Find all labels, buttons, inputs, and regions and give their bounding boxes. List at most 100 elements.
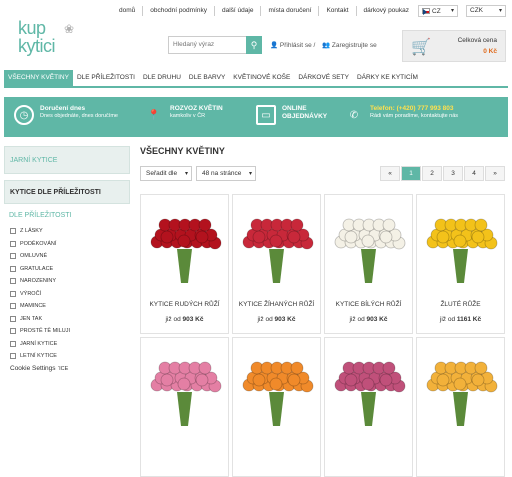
category-link[interactable]: DLE DRUHU	[139, 70, 185, 86]
nav-link[interactable]: místa doručení	[261, 6, 320, 16]
sidebar-header[interactable]: KYTICE DLE PŘÍLEŽITOSTI	[4, 180, 130, 204]
per-page-select[interactable]: 48 na stránce ▾	[196, 166, 256, 181]
category-link[interactable]: DLE PŘÍLEŽITOSTI	[73, 70, 139, 86]
page-link[interactable]: 1	[401, 166, 421, 181]
search-input[interactable]	[173, 41, 243, 48]
banner-sub: Dnes objednáte, dnes doručíme	[40, 113, 118, 119]
register-link[interactable]: 👥 Zaregistrujte se	[322, 41, 377, 49]
logo-line2: kytici	[18, 36, 56, 56]
category-link[interactable]: VŠECHNY KVĚTINY	[4, 70, 73, 86]
price-prefix: již od	[257, 316, 273, 323]
banner-title: ONLINE	[282, 105, 307, 112]
page-prev[interactable]: «	[380, 166, 400, 181]
filter-label: OMLUVNÉ	[20, 253, 48, 260]
sidebar-header[interactable]: JARNÍ KYTICE	[4, 146, 130, 174]
login-link[interactable]: 👤 Přihlásit se /	[270, 41, 315, 49]
checkbox[interactable]	[10, 303, 16, 310]
banner-title: Doručení dnes	[40, 105, 86, 112]
nav-link[interactable]: domů	[112, 6, 144, 16]
chevron-down-icon: ▾	[184, 171, 188, 177]
product-image[interactable]	[331, 201, 406, 289]
product-card[interactable]: KYTICE ŽÍHANÝCH RŮŽÍ již od 903 Kč	[232, 194, 321, 334]
category-link[interactable]: DÁRKY KE KYTICÍM	[353, 70, 422, 86]
product-card[interactable]	[324, 337, 413, 477]
checkbox[interactable]	[10, 353, 16, 360]
product-grid: KYTICE RUDÝCH RŮŽÍ již od 903 Kč KYTICE ŽÍ…	[140, 194, 505, 477]
product-card[interactable]	[232, 337, 321, 477]
filter-checkbox[interactable]: MAMINCE	[4, 300, 130, 313]
filter-checkbox[interactable]: Z LÁSKY	[4, 225, 130, 238]
filter-checkbox[interactable]: GRATULACE	[4, 263, 130, 276]
checkbox[interactable]	[10, 340, 16, 347]
bouquet-illustration	[150, 361, 222, 426]
checkbox[interactable]	[10, 278, 16, 285]
product-image[interactable]	[147, 201, 222, 289]
filter-checkbox[interactable]: PODĚKOVÁNÍ	[4, 238, 130, 251]
checkbox[interactable]	[10, 253, 16, 260]
product-image[interactable]	[423, 201, 498, 289]
product-price: již od 903 Kč	[325, 316, 412, 323]
filter-checkbox[interactable]: OMLUVNÉ	[4, 250, 130, 263]
filter-checkbox[interactable]: JARNÍ KYTICE	[4, 338, 130, 351]
product-card[interactable]: KYTICE RUDÝCH RŮŽÍ již od 903 Kč	[140, 194, 229, 334]
nav-link[interactable]: dárkový poukaz	[357, 6, 417, 16]
filter-label: JEN TAK	[20, 315, 43, 322]
czech-flag-icon	[422, 8, 430, 15]
filter-checkbox[interactable]: LETNÍ KYTICE	[4, 350, 130, 363]
product-image[interactable]	[147, 344, 222, 432]
page-link[interactable]: 3	[443, 166, 463, 181]
bouquet-illustration	[242, 361, 314, 426]
category-link[interactable]: DÁRKOVÉ SETY	[294, 70, 353, 86]
product-image[interactable]	[239, 201, 314, 289]
price-prefix: již od	[349, 316, 365, 323]
product-image[interactable]	[239, 344, 314, 432]
users-icon: 👥	[322, 42, 331, 49]
chevron-down-icon: ▾	[248, 171, 252, 177]
info-banner: ◷ Doručení dnes Dnes objednáte, dnes doruč…	[4, 97, 508, 137]
product-image[interactable]	[423, 344, 498, 432]
banner-sub: kamkoliv v ČR	[170, 113, 206, 119]
product-image[interactable]	[331, 344, 406, 432]
chevron-down-icon: ▾	[450, 8, 454, 14]
register-label: Zaregistrujte se	[331, 42, 377, 49]
checkbox[interactable]	[10, 240, 16, 247]
cart[interactable]: 🛒 Celková cena 0 Kč	[402, 30, 506, 62]
sort-value: Seřadit dle	[146, 170, 178, 177]
filter-checkbox[interactable]: JEN TAK	[4, 313, 130, 326]
cookie-settings-link[interactable]: Cookie Settings	[8, 364, 58, 373]
product-card[interactable]	[140, 337, 229, 477]
checkbox[interactable]	[10, 265, 16, 272]
category-link[interactable]: KVĚTINOVÉ KOŠE	[229, 70, 294, 86]
product-name[interactable]: KYTICE BÍLÝCH RŮŽÍ	[325, 301, 412, 308]
product-name[interactable]: ŽLUTÉ RŮŽE	[417, 301, 504, 308]
product-name[interactable]: KYTICE ŽÍHANÝCH RŮŽÍ	[233, 301, 320, 308]
filter-label: Z LÁSKY	[20, 228, 43, 235]
category-link[interactable]: DLE BARVY	[185, 70, 229, 86]
product-card[interactable]: ŽLUTÉ RŮŽE již od 1161 Kč	[416, 194, 505, 334]
page-next[interactable]: »	[485, 166, 505, 181]
nav-link[interactable]: obchodní podmínky	[143, 6, 215, 16]
product-card[interactable]: KYTICE BÍLÝCH RŮŽÍ již od 903 Kč	[324, 194, 413, 334]
language-select[interactable]: CZ ▾	[418, 5, 458, 17]
filter-label: PODĚKOVÁNÍ	[20, 240, 57, 247]
filter-checkbox[interactable]: PROSTĚ TĚ MILUJI	[4, 325, 130, 338]
checkbox[interactable]	[10, 328, 16, 335]
page-link[interactable]: 2	[422, 166, 442, 181]
page-link[interactable]: 4	[464, 166, 484, 181]
product-card[interactable]	[416, 337, 505, 477]
checkbox[interactable]	[10, 290, 16, 297]
checkbox[interactable]	[10, 228, 16, 235]
nav-link[interactable]: Kontakt	[319, 6, 357, 16]
banner-title: Telefon: (+420) 777 993 803	[370, 105, 454, 112]
filter-checkbox[interactable]: VÝROČÍ	[4, 288, 130, 301]
product-name[interactable]: KYTICE RUDÝCH RŮŽÍ	[141, 301, 228, 308]
search-button[interactable]: ⚲	[246, 36, 262, 54]
nav-link[interactable]: další údaje	[215, 6, 262, 16]
checkbox[interactable]	[10, 315, 16, 322]
sort-select[interactable]: Seřadit dle ▾	[140, 166, 192, 181]
filter-checkbox[interactable]: NAROZENINY	[4, 275, 130, 288]
currency-select[interactable]: CZK ▾	[466, 5, 506, 17]
filter-label: LETNÍ KYTICE	[20, 353, 57, 360]
logo[interactable]: kup kytici ❀	[16, 18, 86, 64]
cart-icon: 🛒	[411, 39, 431, 56]
